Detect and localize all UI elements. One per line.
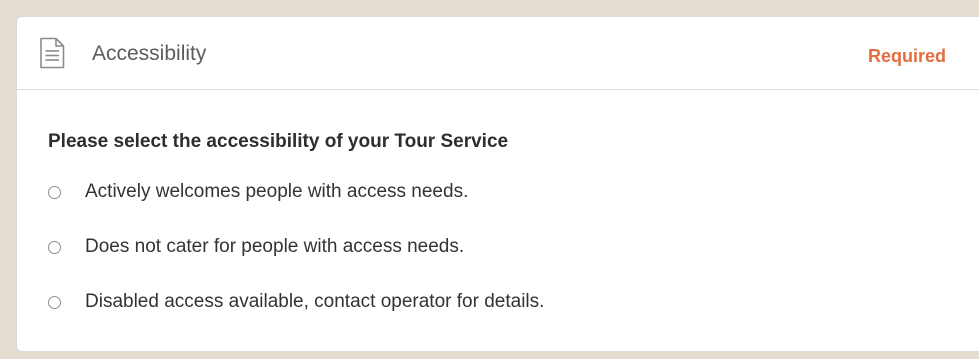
radio-option-label: Actively welcomes people with access nee… [85,181,469,202]
required-badge: Required [868,46,947,66]
accessibility-card: Accessibility Required Please select the… [16,16,979,352]
radio-option-does-not-cater[interactable]: Does not cater for people with access ne… [48,235,464,259]
radio-option-label: Does not cater for people with access ne… [85,236,465,257]
radio-button[interactable] [48,295,61,309]
radio-option-disabled-access[interactable]: Disabled access available, contact opera… [48,290,544,314]
document-icon [40,37,65,69]
radio-button[interactable] [48,185,61,199]
radio-option-actively-welcomes[interactable]: Actively welcomes people with access nee… [48,180,468,204]
section-title: Accessibility [92,42,207,65]
radio-button[interactable] [48,240,61,254]
card-header: Accessibility Required [17,17,979,90]
radio-option-label: Disabled access available, contact opera… [85,291,545,312]
question-label: Please select the accessibility of your … [48,131,509,152]
